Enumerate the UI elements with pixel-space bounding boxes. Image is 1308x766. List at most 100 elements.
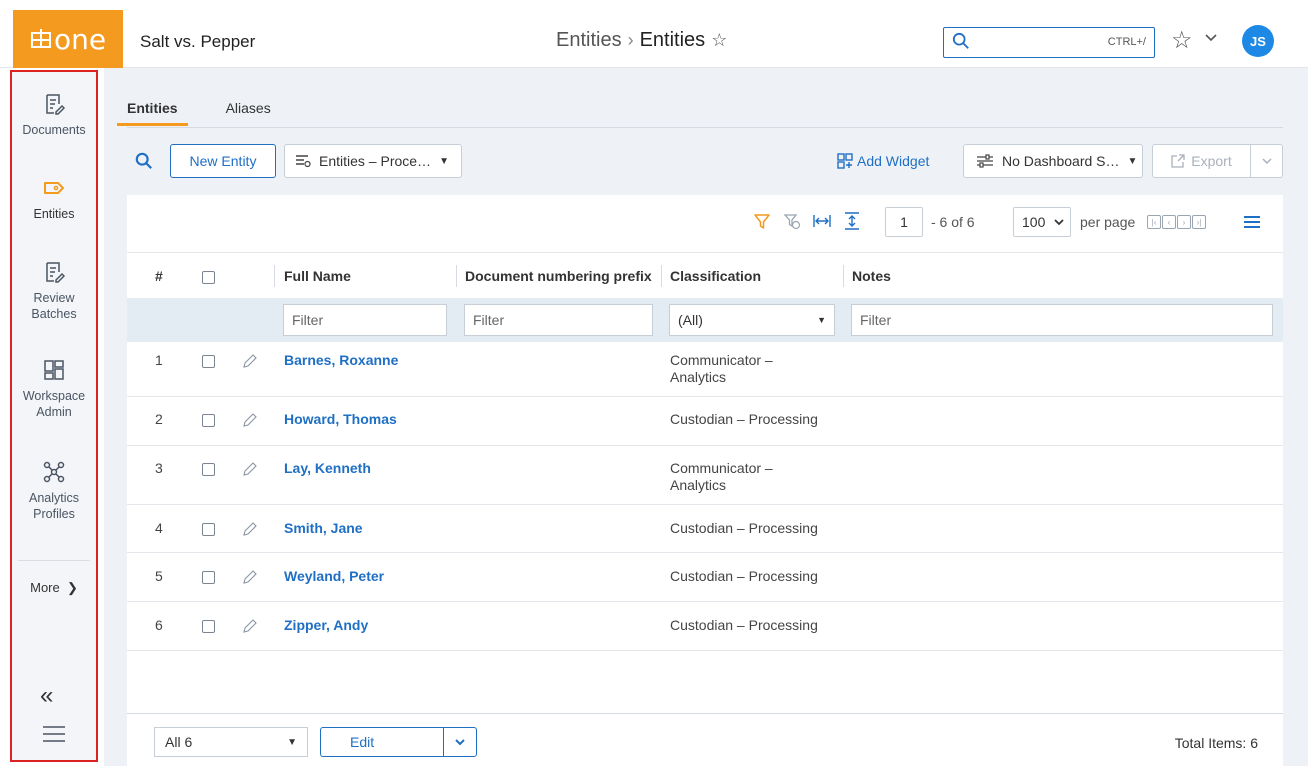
column-header-notes[interactable]: Notes	[852, 268, 891, 284]
view-list-icon	[296, 155, 311, 168]
last-page-icon[interactable]: ›|	[1192, 215, 1206, 229]
column-separator	[661, 265, 662, 287]
edit-label[interactable]: Edit	[321, 728, 444, 756]
fit-columns-icon[interactable]	[813, 212, 831, 230]
toolbar: New Entity Entities – Proce… ▼ Add Widge…	[127, 144, 1283, 180]
export-label: Export	[1191, 153, 1232, 169]
pencil-icon[interactable]	[242, 461, 258, 477]
edit-dropdown[interactable]	[444, 728, 476, 756]
grid-menu-icon[interactable]	[1243, 215, 1261, 229]
column-separator	[274, 265, 275, 287]
sidebar-more-button[interactable]: More ❯	[12, 580, 96, 596]
row-checkbox[interactable]	[202, 523, 215, 536]
avatar[interactable]: JS	[1242, 25, 1274, 57]
hamburger-menu-icon[interactable]	[41, 724, 67, 744]
row-checkbox[interactable]	[202, 414, 215, 427]
favorites-star-icon[interactable]: ☆	[1171, 26, 1193, 55]
column-header-classification[interactable]: Classification	[670, 268, 761, 284]
sidebar-item-analytics-profiles[interactable]: Analytics Profiles	[12, 460, 96, 522]
row-checkbox[interactable]	[202, 620, 215, 633]
mass-select-value: All 6	[165, 734, 193, 750]
sidebar-item-workspace-admin[interactable]: Workspace Admin	[12, 358, 96, 420]
entity-name-link[interactable]: Weyland, Peter	[284, 568, 384, 584]
filter-icon[interactable]	[753, 212, 771, 230]
entity-name-link[interactable]: Barnes, Roxanne	[284, 352, 398, 368]
tab-entities[interactable]: Entities	[117, 100, 188, 126]
view-select-value: Entities – Proce…	[319, 153, 432, 169]
search-shortcut-hint: CTRL+/	[1107, 36, 1146, 48]
classification-filter-select[interactable]: (All) ▼	[669, 304, 835, 336]
global-search[interactable]: CTRL+/	[943, 27, 1155, 58]
page-range-text: - 6 of 6	[931, 214, 975, 230]
pencil-icon[interactable]	[242, 618, 258, 634]
pencil-icon[interactable]	[242, 521, 258, 537]
entity-name-link[interactable]: Smith, Jane	[284, 520, 363, 536]
page-number-input[interactable]: 1	[885, 207, 923, 237]
table-row[interactable]: 3 Lay, Kenneth Communicator – Analytics	[127, 446, 1283, 505]
pencil-icon[interactable]	[242, 569, 258, 585]
classification-cell: Custodian – Processing	[670, 520, 818, 536]
more-label: More	[30, 580, 60, 595]
full-name-filter-input[interactable]: Filter	[283, 304, 447, 336]
export-main[interactable]: Export	[1153, 145, 1251, 177]
mass-select-dropdown[interactable]: All 6 ▼	[154, 727, 308, 757]
table-row[interactable]: 6 Zipper, Andy Custodian – Processing	[127, 602, 1283, 651]
sidebar-item-documents[interactable]: Documents	[12, 92, 96, 138]
chevron-down-icon[interactable]	[1204, 31, 1218, 45]
table-row[interactable]: 2 Howard, Thomas Custodian – Processing	[127, 397, 1283, 446]
sidebar-item-review-batches[interactable]: Review Batches	[12, 260, 96, 322]
notes-filter-input[interactable]: Filter	[851, 304, 1273, 336]
tab-aliases[interactable]: Aliases	[226, 100, 271, 126]
caret-down-icon: ▼	[817, 315, 826, 325]
export-icon	[1171, 154, 1185, 168]
app-logo[interactable]: one	[13, 10, 123, 68]
entity-name-link[interactable]: Lay, Kenneth	[284, 460, 371, 476]
row-checkbox[interactable]	[202, 355, 215, 368]
favorite-star-icon[interactable]: ☆	[711, 30, 727, 51]
row-checkbox[interactable]	[202, 571, 215, 584]
export-button[interactable]: Export	[1152, 144, 1283, 178]
table-row[interactable]: 5 Weyland, Peter Custodian – Processing	[127, 553, 1283, 602]
network-icon	[43, 461, 65, 483]
next-page-icon[interactable]: ›	[1177, 215, 1191, 229]
first-page-icon[interactable]: |‹	[1147, 215, 1161, 229]
clear-filter-icon[interactable]	[783, 212, 801, 230]
sidebar-item-label: Review Batches	[31, 291, 77, 321]
entity-name-link[interactable]: Zipper, Andy	[284, 617, 368, 633]
view-select[interactable]: Entities – Proce… ▼	[284, 144, 462, 178]
breadcrumb-parent[interactable]: Entities	[556, 29, 622, 52]
table-body: 1 Barnes, Roxanne Communicator – Analyti…	[127, 342, 1283, 651]
search-icon[interactable]	[135, 152, 153, 170]
prefix-filter-input[interactable]: Filter	[464, 304, 653, 336]
per-page-select[interactable]: 100	[1013, 207, 1071, 237]
total-items: Total Items: 6	[1174, 735, 1258, 751]
column-header-prefix[interactable]: Document numbering prefix	[465, 268, 652, 284]
collapse-sidebar-icon[interactable]: «	[40, 682, 53, 710]
entity-name-link[interactable]: Howard, Thomas	[284, 411, 397, 427]
grid-toolbar: 1 - 6 of 6 100 per page |‹ ‹ › ›|	[127, 195, 1283, 251]
pencil-icon[interactable]	[242, 412, 258, 428]
sidebar-item-entities[interactable]: Entities	[12, 176, 96, 222]
document-icon	[46, 94, 66, 115]
sidebar-item-label: Analytics Profiles	[28, 491, 80, 521]
pencil-icon[interactable]	[242, 353, 258, 369]
workspace-name[interactable]: Salt vs. Pepper	[140, 32, 255, 52]
add-widget-button[interactable]: Add Widget	[837, 153, 929, 169]
document-icon	[46, 262, 66, 283]
column-header-full-name[interactable]: Full Name	[284, 268, 351, 284]
classification-cell: Custodian – Processing	[670, 617, 818, 633]
previous-page-icon[interactable]: ‹	[1162, 215, 1176, 229]
add-widget-label: Add Widget	[857, 153, 930, 169]
row-number: 6	[155, 617, 163, 633]
select-all-checkbox[interactable]	[202, 271, 215, 284]
new-entity-button[interactable]: New Entity	[170, 144, 276, 178]
grid-tools	[753, 212, 861, 230]
dashboard-select[interactable]: No Dashboard S… ▼	[963, 144, 1143, 178]
row-checkbox[interactable]	[202, 463, 215, 476]
row-height-icon[interactable]	[843, 212, 861, 230]
sidebar-divider	[18, 560, 90, 561]
table-row[interactable]: 4 Smith, Jane Custodian – Processing	[127, 505, 1283, 553]
mass-edit-button[interactable]: Edit	[320, 727, 477, 757]
export-dropdown[interactable]	[1251, 155, 1282, 167]
table-row[interactable]: 1 Barnes, Roxanne Communicator – Analyti…	[127, 342, 1283, 397]
